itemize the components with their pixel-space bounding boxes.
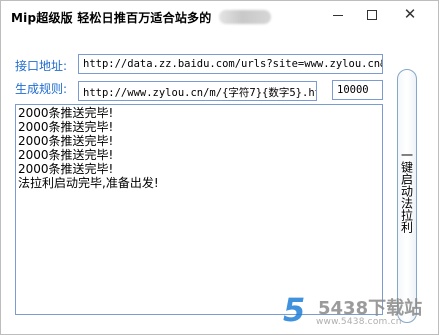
title-bar: Mip超级版 轻松日推百万适合站多的 ✕ bbox=[1, 1, 438, 31]
site-watermark: 5 5438下载站 www.5438.com.cn bbox=[281, 291, 431, 331]
start-ferrari-button[interactable]: 一键启动法拉利 bbox=[397, 69, 417, 323]
redacted-title-blur bbox=[219, 10, 271, 24]
api-address-input[interactable]: http://data.zz.baidu.com/urls?site=www.z… bbox=[78, 54, 383, 74]
log-line: 2000条推送完毕! bbox=[18, 120, 114, 134]
log-line: 2000条推送完毕! bbox=[18, 134, 114, 148]
minimize-icon bbox=[333, 14, 343, 16]
log-line: 2000条推送完毕! bbox=[18, 106, 114, 120]
log-output[interactable]: 2000条推送完毕! 2000条推送完毕! 2000条推送完毕! 2000条推送… bbox=[15, 104, 383, 315]
app-window: Mip超级版 轻松日推百万适合站多的 ✕ 接口地址: http://data.z… bbox=[0, 0, 439, 335]
maximize-icon bbox=[367, 10, 377, 20]
close-icon: ✕ bbox=[403, 5, 417, 23]
minimize-button[interactable] bbox=[321, 1, 355, 27]
maximize-button[interactable] bbox=[355, 1, 389, 27]
log-line: 法拉利启动完毕,准备出发! bbox=[18, 176, 159, 190]
count-input[interactable]: 10000 bbox=[332, 80, 383, 100]
watermark-url: www.5438.com.cn bbox=[316, 317, 402, 327]
log-line: 2000条推送完毕! bbox=[18, 162, 114, 176]
close-button[interactable]: ✕ bbox=[393, 1, 427, 27]
window-title: Mip超级版 轻松日推百万适合站多的 bbox=[11, 11, 212, 25]
generation-rule-input[interactable]: http://www.zylou.cn/m/{字符7}{数字5}.ht bbox=[78, 81, 317, 101]
api-address-label: 接口地址: bbox=[15, 59, 68, 73]
generation-rule-label: 生成规则: bbox=[15, 82, 68, 96]
watermark-logo: 5 bbox=[283, 291, 306, 329]
start-button-label: 一键启动法拉利 bbox=[399, 149, 414, 233]
log-line: 2000条推送完毕! bbox=[18, 148, 114, 162]
